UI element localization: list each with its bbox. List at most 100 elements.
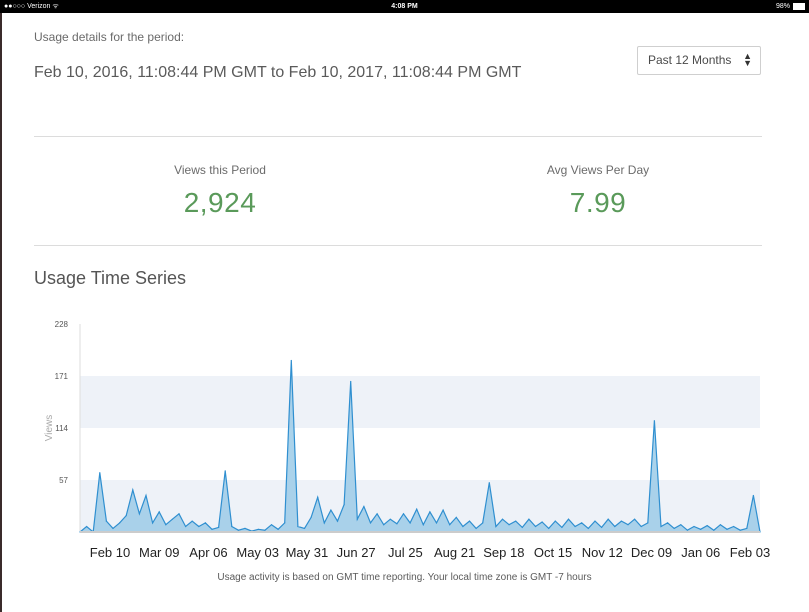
data-point [343, 504, 345, 506]
data-point [369, 522, 372, 524]
x-tick-label: Apr 06 [189, 545, 227, 560]
data-point [422, 524, 424, 526]
x-tick-label: Aug 21 [434, 545, 475, 560]
stat-views-period: Views this Period 2,924 [100, 163, 340, 219]
data-point [402, 513, 405, 515]
data-point [686, 529, 689, 531]
data-point [389, 518, 391, 520]
data-point [132, 489, 134, 491]
select-arrows-icon: ▲ ▼ [743, 51, 752, 68]
stat-label: Avg Views Per Day [546, 163, 650, 177]
data-point [501, 518, 504, 520]
x-tick-label: Jun 27 [337, 545, 376, 560]
data-point [653, 420, 656, 422]
data-point [462, 525, 464, 528]
data-point [119, 522, 121, 524]
data-point [488, 482, 490, 484]
y-tick-label: 57 [59, 476, 68, 485]
data-point [733, 525, 735, 528]
data-point [376, 513, 378, 515]
data-point [515, 520, 517, 522]
data-point [171, 518, 173, 520]
stat-value: 7.99 [569, 187, 627, 218]
x-tick-label: Sep 18 [483, 545, 524, 560]
data-point [508, 524, 510, 526]
data-point [264, 529, 266, 531]
data-point [435, 522, 438, 524]
data-point [178, 513, 180, 515]
data-point [449, 524, 451, 526]
stat-avg-views: Avg Views Per Day 7.99 [478, 163, 718, 219]
data-point [211, 528, 213, 530]
x-tick-label: Jan 06 [681, 545, 720, 560]
data-point [303, 527, 306, 529]
data-point [528, 518, 530, 520]
data-point [86, 525, 88, 528]
data-point [475, 527, 477, 529]
data-point [277, 528, 279, 530]
data-point [680, 524, 682, 526]
data-point [218, 526, 220, 528]
data-point [125, 515, 127, 517]
data-point [99, 472, 101, 474]
data-point [297, 525, 299, 528]
data-point [112, 527, 114, 529]
data-point [185, 525, 187, 528]
section-title: Usage Time Series [34, 268, 187, 288]
data-point [574, 525, 576, 528]
data-point [700, 528, 702, 530]
data-point [660, 525, 662, 528]
x-tick-label: Oct 15 [534, 545, 572, 560]
left-edge [0, 13, 2, 612]
divider [34, 136, 762, 137]
data-point [356, 518, 358, 520]
data-point [231, 525, 233, 528]
data-point [396, 523, 398, 525]
data-point [482, 522, 484, 524]
data-point [165, 524, 167, 526]
data-point [244, 527, 246, 529]
data-point [594, 520, 596, 522]
data-point [567, 518, 570, 520]
grid-band [80, 376, 760, 428]
data-point [706, 525, 708, 527]
data-point [726, 528, 728, 530]
data-point [284, 522, 286, 524]
data-point [336, 520, 339, 522]
x-tick-label: May 31 [286, 545, 329, 560]
data-point [647, 522, 649, 524]
y-tick-label: 114 [55, 424, 68, 433]
data-point [713, 529, 715, 531]
data-point [409, 522, 411, 524]
period-range: Feb 10, 2016, 11:08:44 PM GMT to Feb 10,… [34, 64, 522, 81]
period-select[interactable]: Past 12 Months ▲ ▼ [637, 46, 761, 75]
data-point [581, 522, 583, 524]
data-point [383, 524, 385, 526]
period-label: Usage details for the period: [34, 30, 185, 44]
battery-indicator: 98% [776, 0, 805, 13]
x-tick-label: Feb 03 [730, 545, 770, 560]
chart-footnote: Usage activity is based on GMT time repo… [217, 572, 592, 583]
data-point [224, 470, 226, 472]
usage-time-series-chart: 57 114 171 228 Views Feb 10 Mar 09 Apr 06 May 03… [44, 320, 770, 560]
data-point [317, 496, 319, 498]
data-point [270, 524, 273, 526]
data-point [746, 527, 748, 529]
data-point [442, 509, 444, 511]
data-point [673, 527, 675, 529]
battery-percent: 98% [775, 3, 790, 10]
data-point [158, 511, 160, 513]
status-time: 4:08 PM [391, 3, 418, 10]
data-point [330, 509, 332, 511]
data-point [693, 525, 695, 528]
data-point [554, 520, 556, 522]
data-point [601, 526, 603, 528]
y-tick-label: 228 [55, 320, 69, 329]
data-point [310, 516, 312, 518]
data-point [237, 529, 239, 531]
data-point [752, 494, 755, 497]
data-point [363, 505, 365, 508]
data-point [198, 525, 200, 528]
data-point [495, 525, 497, 528]
data-point [468, 520, 471, 522]
